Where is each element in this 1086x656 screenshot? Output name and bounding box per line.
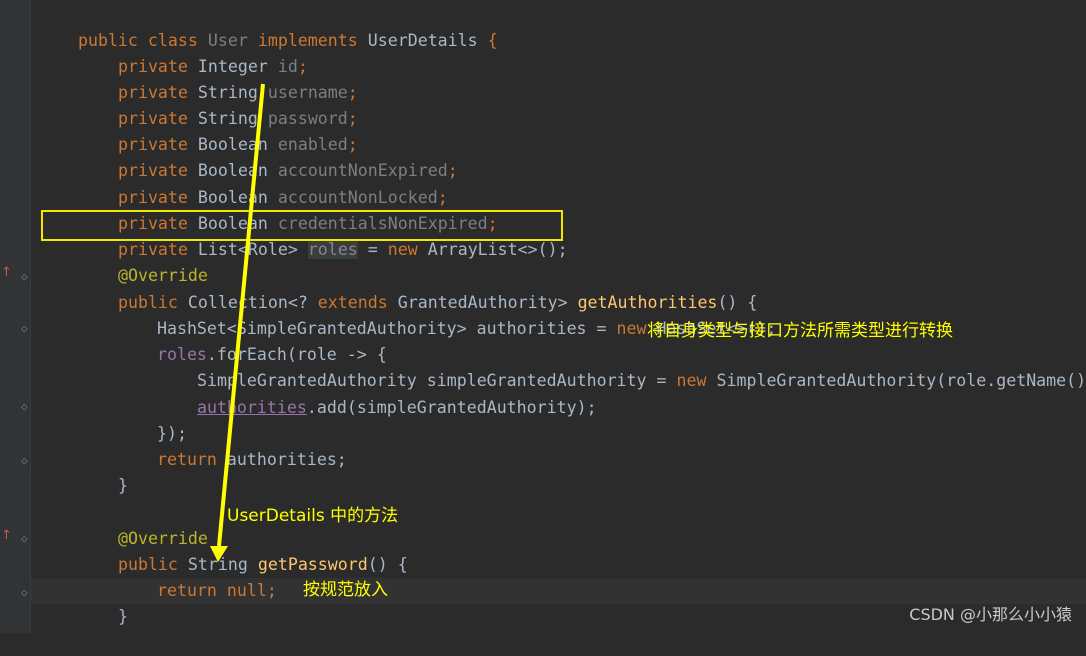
code-token: UserDetails — [368, 31, 478, 50]
highlight-box — [41, 210, 563, 241]
code-line[interactable]: private String password; — [78, 80, 358, 106]
code-token: ArrayList<>(); — [428, 240, 568, 259]
code-token: null — [227, 581, 267, 600]
code-line[interactable]: private String username; — [78, 54, 358, 80]
note-convert: 将自身类型与接口方法所需类型进行转换 — [647, 316, 953, 341]
code-line[interactable]: } — [78, 578, 128, 604]
code-line[interactable]: HashSet<SimpleGrantedAuthority> authorit… — [117, 290, 776, 316]
code-token: new — [677, 371, 707, 390]
override-marker-icon[interactable]: ↑ — [1, 529, 9, 543]
code-line[interactable]: @Override — [78, 500, 208, 526]
note-spec: 按规范放入 — [303, 575, 388, 600]
code-line[interactable]: private Boolean credentialsNonExpired; — [78, 185, 498, 211]
code-token: return — [157, 581, 217, 600]
code-token: authorities — [197, 398, 307, 417]
code-line[interactable]: return null; — [117, 552, 277, 578]
code-line[interactable]: } — [78, 447, 128, 473]
code-line[interactable]: public Collection<? extends GrantedAutho… — [78, 264, 757, 290]
code-token: } — [118, 476, 128, 495]
fold-start-icon[interactable]: ◇ — [21, 271, 32, 282]
code-token: new — [617, 319, 647, 338]
fold-start-icon[interactable]: ◇ — [21, 533, 32, 544]
code-line[interactable]: authorities.add(simpleGrantedAuthority); — [157, 369, 597, 395]
code-token: return — [157, 450, 217, 469]
code-line[interactable]: private Boolean accountNonExpired; — [78, 132, 458, 158]
code-token: } — [118, 607, 128, 626]
note-userdetails: UserDetails 中的方法 — [227, 501, 398, 526]
code-token: ; — [267, 581, 277, 600]
code-token: roles — [308, 240, 358, 259]
code-token: authorities; — [217, 450, 347, 469]
code-token — [418, 240, 428, 259]
code-token: = — [358, 240, 388, 259]
code-line[interactable] — [78, 473, 118, 499]
fold-start-icon[interactable]: ◇ — [21, 323, 32, 334]
code-token — [217, 581, 227, 600]
code-token: List<Role> — [198, 240, 298, 259]
code-line[interactable]: private Boolean enabled; — [78, 106, 358, 132]
code-line[interactable]: private Integer id; — [78, 28, 308, 54]
fold-end-icon[interactable]: ◇ — [21, 587, 32, 598]
code-line[interactable]: SimpleGrantedAuthority simpleGrantedAuth… — [157, 342, 1086, 368]
code-line[interactable]: public class User implements UserDetails… — [38, 2, 498, 28]
code-token — [298, 240, 308, 259]
code-token: () { — [368, 555, 408, 574]
code-token: new — [388, 240, 418, 259]
code-line[interactable]: }); — [117, 395, 187, 421]
code-token: SimpleGrantedAuthority(role.getName()); — [707, 371, 1086, 390]
fold-end-icon[interactable]: ◇ — [21, 455, 32, 466]
watermark: CSDN @小那么小小猿 — [909, 601, 1072, 625]
code-line[interactable]: roles.forEach(role -> { — [117, 316, 387, 342]
code-line[interactable]: public String getPassword() { — [78, 526, 408, 552]
code-token — [358, 31, 368, 50]
code-token: ; — [448, 161, 458, 180]
fold-end-icon[interactable]: ◇ — [21, 401, 32, 412]
code-token: { — [478, 31, 498, 50]
code-token: .add(simpleGrantedAuthority); — [307, 398, 597, 417]
override-marker-icon[interactable]: ↑ — [1, 266, 9, 280]
code-line[interactable]: return authorities; — [117, 421, 347, 447]
code-line[interactable]: private Boolean accountNonLocked; — [78, 159, 448, 185]
